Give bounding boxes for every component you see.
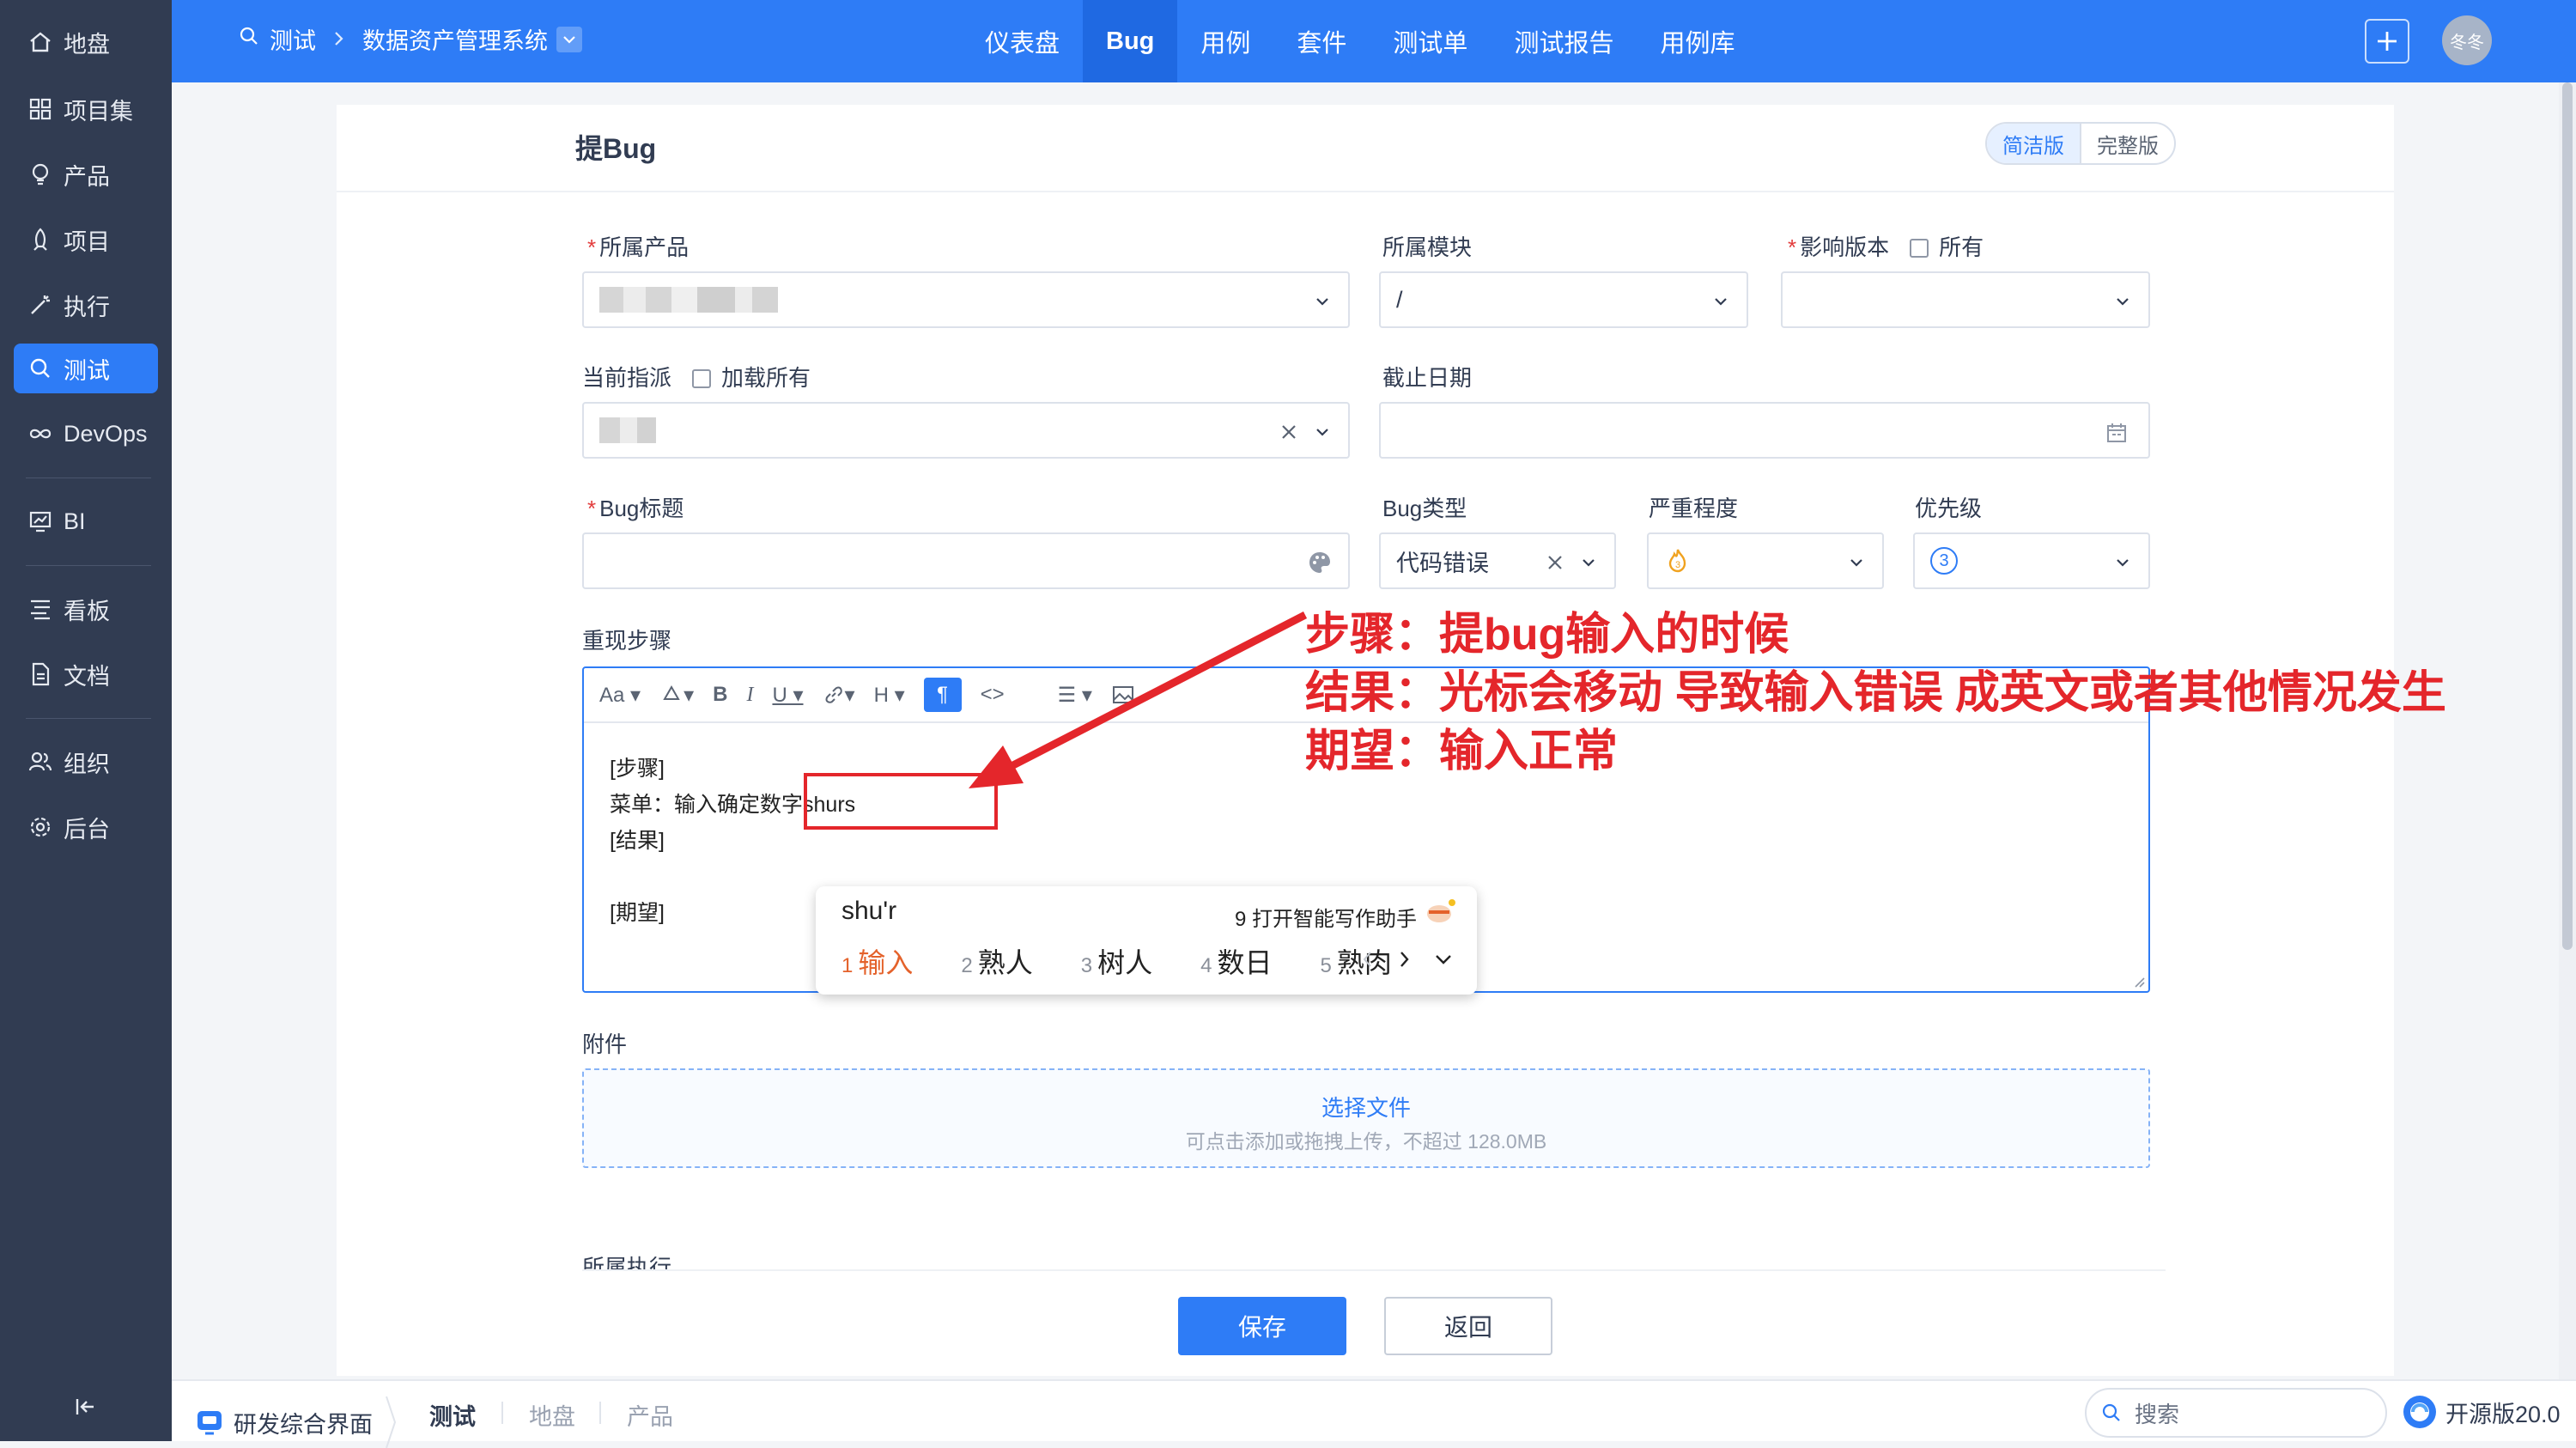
annotation-step: 步骤：提bug输入的时候: [1305, 610, 1789, 660]
annotation-arrow: [969, 611, 1308, 788]
annotation-expect: 期望：输入正常: [1305, 727, 1619, 776]
annotation-result: 结果：光标会移动 导致输入错误 成英文或者其他情况发生: [1305, 668, 2446, 718]
